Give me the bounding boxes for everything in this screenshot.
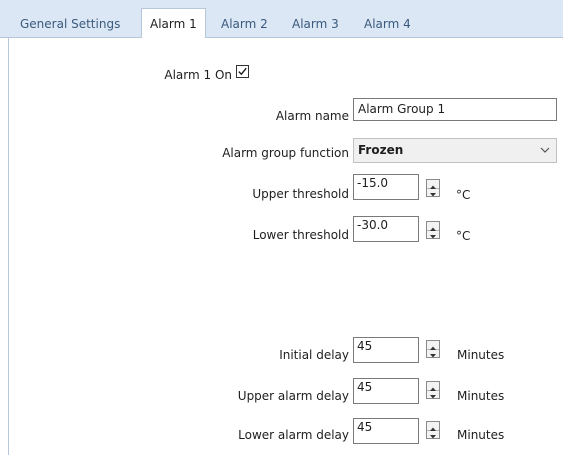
alarm-group-function-label: Alarm group function bbox=[222, 146, 349, 160]
chevron-down-icon bbox=[540, 147, 550, 153]
upper-alarm-delay-spinner[interactable] bbox=[426, 381, 440, 399]
initial-delay-unit: Minutes bbox=[457, 348, 505, 362]
initial-delay-spinner[interactable] bbox=[426, 340, 440, 358]
upper-threshold-spinner[interactable] bbox=[426, 179, 440, 197]
upper-alarm-delay-input[interactable]: 45 bbox=[353, 378, 419, 404]
spin-down-icon[interactable] bbox=[427, 349, 439, 358]
lower-alarm-delay-unit: Minutes bbox=[457, 428, 505, 442]
checkmark-icon bbox=[238, 67, 247, 76]
tab-alarm-2[interactable]: Alarm 2 bbox=[221, 10, 268, 38]
upper-threshold-label: Upper threshold bbox=[252, 187, 349, 201]
tab-general-settings[interactable]: General Settings bbox=[20, 10, 120, 38]
alarm-name-input[interactable]: Alarm Group 1 bbox=[353, 98, 557, 121]
tab-alarm-3[interactable]: Alarm 3 bbox=[292, 10, 339, 38]
spin-down-icon[interactable] bbox=[427, 188, 439, 197]
lower-alarm-delay-input[interactable]: 45 bbox=[353, 418, 419, 444]
lower-threshold-unit: °C bbox=[456, 229, 471, 243]
alarm-name-label: Alarm name bbox=[275, 109, 349, 123]
upper-alarm-delay-unit: Minutes bbox=[457, 389, 505, 403]
lower-alarm-delay-label: Lower alarm delay bbox=[238, 428, 349, 442]
initial-delay-input[interactable]: 45 bbox=[353, 337, 419, 363]
tab-alarm-4[interactable]: Alarm 4 bbox=[364, 10, 411, 38]
tab-bar: General Settings Alarm 1 Alarm 2 Alarm 3… bbox=[0, 0, 563, 39]
upper-threshold-unit: °C bbox=[456, 188, 471, 202]
spin-down-icon[interactable] bbox=[427, 230, 439, 239]
alarm-group-function-value: Frozen bbox=[358, 143, 404, 157]
lower-threshold-input[interactable]: -30.0 bbox=[353, 216, 419, 242]
lower-threshold-label: Lower threshold bbox=[252, 228, 349, 242]
spin-down-icon[interactable] bbox=[427, 430, 439, 439]
tab-alarm-1[interactable]: Alarm 1 bbox=[141, 8, 206, 39]
initial-delay-label: Initial delay bbox=[279, 348, 349, 362]
alarm-on-checkbox[interactable] bbox=[236, 65, 249, 78]
upper-threshold-input[interactable]: -15.0 bbox=[353, 174, 419, 200]
alarm-on-label: Alarm 1 On bbox=[164, 68, 232, 82]
alarm-group-function-select[interactable]: Frozen bbox=[353, 138, 557, 163]
lower-alarm-delay-spinner[interactable] bbox=[426, 421, 440, 439]
upper-alarm-delay-label: Upper alarm delay bbox=[237, 389, 349, 403]
spin-down-icon[interactable] bbox=[427, 390, 439, 399]
lower-threshold-spinner[interactable] bbox=[426, 221, 440, 239]
